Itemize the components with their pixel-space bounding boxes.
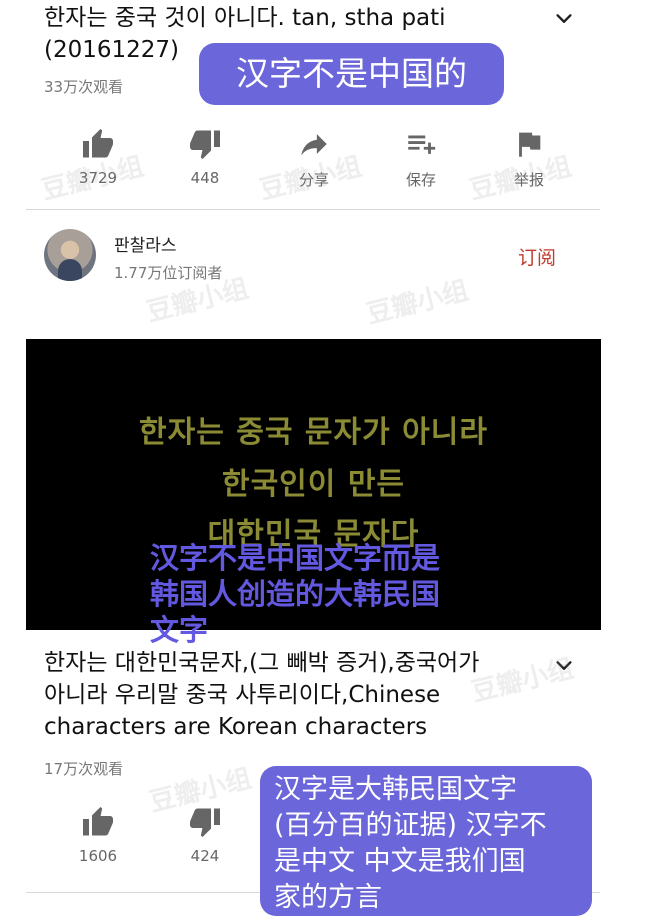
chevron-down-icon[interactable] <box>553 655 575 677</box>
share-icon <box>301 134 327 156</box>
subscribe-button[interactable]: 订阅 <box>518 243 556 270</box>
flag-icon <box>519 132 541 157</box>
annotation-bubble: 汉字不是中国的 <box>199 43 504 105</box>
dislike-count: 424 <box>190 847 220 865</box>
share-button[interactable]: 分享 <box>266 125 362 190</box>
video-title-line: 한자는 중국 것이 아니다. tan, stha pati <box>44 5 446 31</box>
video-caption-line: 한자는 중국 문자가 아니라 <box>139 415 488 450</box>
avatar[interactable] <box>44 229 96 281</box>
share-label: 分享 <box>298 171 329 189</box>
translation-line: 汉字不是中国文字而是 <box>150 541 441 575</box>
thumbs-up-icon <box>83 807 113 836</box>
action-bar: 3729 448 分享 保存 举报 <box>50 125 590 195</box>
annotation-line: 是中文 中文是我们国 <box>274 846 526 877</box>
divider <box>26 209 600 210</box>
like-count: 1606 <box>78 847 118 865</box>
dislike-button[interactable]: 424 <box>157 803 253 865</box>
thumbs-down-icon <box>190 808 220 837</box>
video-title[interactable]: 한자는 대한민국문자,(그 빼박 증거),중국어가 아니라 우리말 중국 사투리… <box>44 647 554 743</box>
dislike-count: 448 <box>190 169 220 187</box>
watermark: 豆瓣小组 <box>363 275 472 331</box>
video-title-line: 한자는 대한민국문자,(그 빼박 증거),중국어가 <box>44 650 480 676</box>
subscriber-count: 1.77万位订阅者 <box>114 264 223 282</box>
save-playlist-icon <box>408 135 436 154</box>
video-title-line: characters are Korean characters <box>44 714 428 740</box>
thumbs-down-icon <box>190 130 220 159</box>
channel-name[interactable]: 판찰라스 <box>114 231 177 256</box>
mobile-feed: 한자는 중국 것이 아니다. tan, stha pati (20161227)… <box>0 0 645 918</box>
translation-line: 韩国人创造的大韩民国 <box>150 577 441 611</box>
video-caption-line: 한국인이 만든 <box>221 467 406 502</box>
annotation-line: (百分百的证据) 汉字不 <box>274 810 547 841</box>
dislike-button[interactable]: 448 <box>157 125 253 187</box>
thumbs-up-icon <box>83 129 113 158</box>
save-button[interactable]: 保存 <box>373 125 469 190</box>
annotation-line: 汉字是大韩民国文字 <box>274 774 517 805</box>
like-count: 3729 <box>78 169 118 187</box>
video-title-line: 아니라 우리말 중국 사투리이다,Chinese <box>44 682 441 708</box>
annotation-line: 家的方言 <box>274 882 382 913</box>
save-label: 保存 <box>405 171 436 189</box>
report-label: 举报 <box>513 171 544 189</box>
view-count: 33万次观看 <box>44 78 124 96</box>
translation-overlay: 汉字不是中国文字而是 韩国人创造的大韩民国 文字 <box>150 540 440 648</box>
like-button[interactable]: 1606 <box>50 803 146 865</box>
annotation-bubble: 汉字是大韩民国文字 (百分百的证据) 汉字不 是中文 中文是我们国 家的方言 <box>260 766 592 916</box>
translation-line: 文字 <box>150 613 209 647</box>
report-button[interactable]: 举报 <box>481 125 577 190</box>
view-count: 17万次观看 <box>44 760 124 778</box>
like-button[interactable]: 3729 <box>50 125 146 187</box>
chevron-down-icon[interactable] <box>553 8 575 30</box>
